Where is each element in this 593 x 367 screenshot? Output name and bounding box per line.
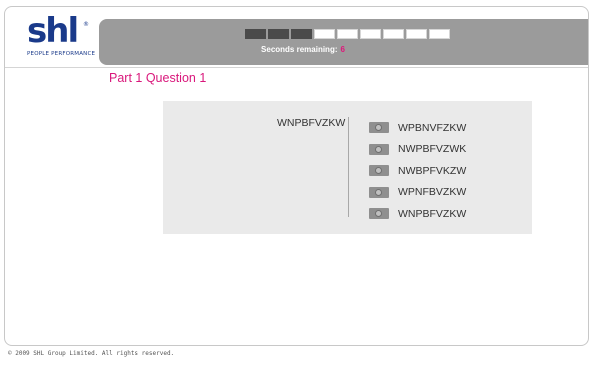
radio-button-icon[interactable] — [369, 122, 389, 134]
header-bar: Seconds remaining: 6 — [99, 19, 588, 65]
radio-button-icon[interactable] — [369, 143, 389, 155]
answer-option-1[interactable]: WPBNVFZKW — [369, 117, 466, 139]
logo-tagline: PEOPLE PERFORMANCE — [27, 51, 96, 57]
progress-segment-empty — [314, 29, 335, 39]
progress-indicator — [245, 29, 452, 39]
timer-value: 6 — [340, 45, 345, 54]
header-divider — [5, 67, 588, 68]
progress-segment-empty — [429, 29, 450, 39]
answer-options: WPBNVFZKW NWPBFVZWK NWBPFVKZW WPNFBVZKW … — [369, 117, 466, 225]
answer-option-label: NWBPFVKZW — [398, 164, 467, 177]
timer-label: Seconds remaining: — [261, 45, 338, 54]
answer-option-3[interactable]: NWBPFVKZW — [369, 160, 466, 182]
answer-option-label: NWPBFVZWK — [398, 143, 467, 156]
progress-segment-filled — [245, 29, 266, 39]
answer-option-2[interactable]: NWPBFVZWK — [369, 139, 466, 161]
logo-registered-mark: ® — [83, 21, 89, 28]
progress-segment-filled — [291, 29, 312, 39]
radio-button-icon[interactable] — [369, 186, 389, 198]
radio-button-icon[interactable] — [369, 165, 389, 177]
progress-segment-empty — [406, 29, 427, 39]
question-title: Part 1 Question 1 — [109, 71, 207, 85]
answer-option-label: WPBNVFZKW — [398, 121, 467, 134]
question-panel: WNPBFVZKW WPBNVFZKW NWPBFVZWK NWBPFVKZW … — [163, 101, 532, 234]
radio-button-icon[interactable] — [369, 208, 389, 220]
progress-segment-filled — [268, 29, 289, 39]
copyright-footer: © 2009 SHL Group Limited. All rights res… — [8, 350, 175, 357]
answer-option-5[interactable]: WNPBFVZKW — [369, 203, 466, 225]
progress-segment-empty — [360, 29, 381, 39]
timer: Seconds remaining: 6 — [99, 45, 399, 54]
panel-divider — [348, 117, 349, 217]
answer-option-label: WPNFBVZKW — [398, 186, 467, 199]
target-string: WNPBFVZKW — [277, 117, 346, 129]
test-window: shl ® PEOPLE PERFORMANCE Seconds remaini… — [4, 6, 589, 346]
logo-wordmark: shl — [27, 11, 79, 51]
answer-option-4[interactable]: WPNFBVZKW — [369, 182, 466, 204]
progress-segment-empty — [383, 29, 404, 39]
answer-option-label: WNPBFVZKW — [398, 207, 467, 220]
progress-segment-empty — [337, 29, 358, 39]
shl-logo: shl ® PEOPLE PERFORMANCE — [27, 11, 95, 59]
